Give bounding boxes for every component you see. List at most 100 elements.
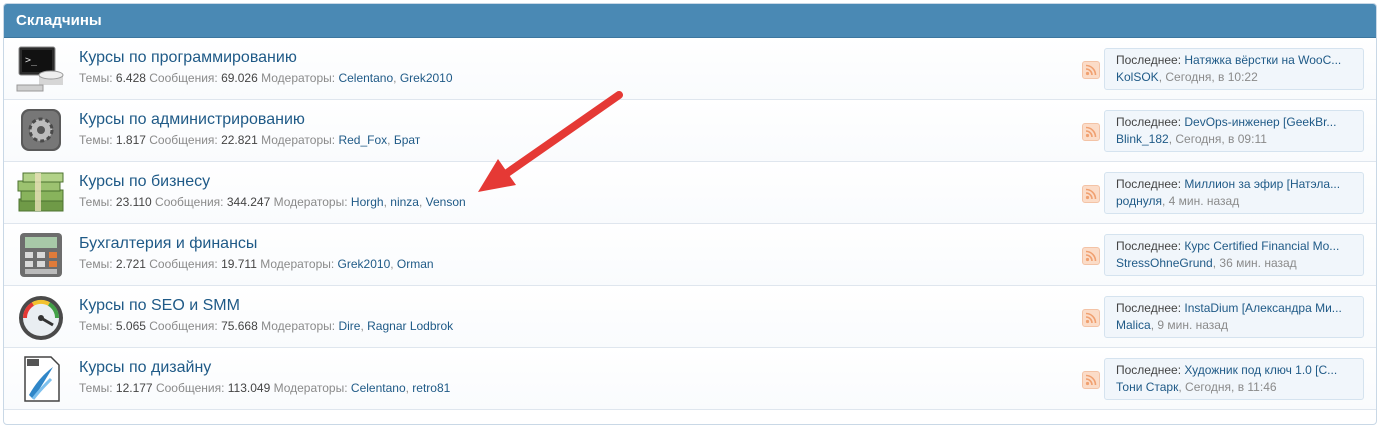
forum-title-link[interactable]: Курсы по бизнесу [79, 173, 210, 191]
forum-category-panel: Складчины >_ Курсы по программированию Тем… [3, 3, 1377, 425]
forum-row: Курсы по администрированию Темы: 1.817 Со… [4, 100, 1376, 162]
last-post-title-link[interactable]: InstaDium [Александра Ми... [1184, 301, 1341, 315]
forum-row: Курсы по SEO и SMM Темы: 5.065 Сообщения:… [4, 286, 1376, 348]
svg-text:>_: >_ [25, 55, 38, 66]
moderators-label: Модераторы: [261, 71, 336, 85]
moderator-link[interactable]: retro81 [412, 381, 450, 395]
last-post-user-link[interactable]: Тони Старк [1116, 380, 1178, 394]
moderator-link[interactable]: Celentano [351, 381, 406, 395]
last-post-time: Сегодня, в 09:11 [1175, 132, 1267, 146]
last-post-label: Последнее: [1116, 177, 1182, 191]
category-title[interactable]: Складчины [4, 4, 1376, 38]
last-post-box: Последнее: Художник под ключ 1.0 [С... То… [1104, 358, 1364, 400]
moderators-label: Модераторы: [260, 257, 335, 271]
threads-count: 5.065 [115, 319, 146, 333]
gauge-icon[interactable] [15, 293, 67, 341]
rss-icon[interactable] [1082, 123, 1100, 141]
messages-label: Сообщения: [155, 195, 224, 209]
rss-icon[interactable] [1082, 247, 1100, 265]
threads-label: Темы: [79, 133, 113, 147]
last-post-box: Последнее: InstaDium [Александра Ми... Ma… [1104, 296, 1364, 338]
forum-stats: Темы: 5.065 Сообщения: 75.668 Модераторы… [79, 319, 454, 333]
threads-label: Темы: [79, 257, 113, 271]
last-post-user-link[interactable]: роднуля [1116, 194, 1162, 208]
messages-label: Сообщения: [149, 71, 218, 85]
forum-row: >_ Курсы по программированию Темы: 6.428 С… [4, 38, 1376, 100]
forum-stats: Темы: 1.817 Сообщения: 22.821 Модераторы… [79, 133, 421, 147]
moderator-link[interactable]: Ragnar Lodbrok [367, 319, 453, 333]
last-post-user-link[interactable]: Blink_182 [1116, 132, 1169, 146]
last-post-title-link[interactable]: Миллион за эфир [Натэла... [1184, 177, 1340, 191]
last-post-box: Последнее: Натяжка вёрстки на WooC... Kol… [1104, 48, 1364, 90]
forum-stats: Темы: 2.721 Сообщения: 19.711 Модераторы… [79, 257, 434, 271]
last-post-user-link[interactable]: KolSOK [1116, 70, 1159, 84]
forum-row: Курсы по дизайну Темы: 12.177 Сообщения: … [4, 348, 1376, 410]
last-post-user-link[interactable]: StressOhneGrund [1116, 256, 1213, 270]
moderator-link[interactable]: Red_Fox [338, 133, 387, 147]
moderator-link[interactable]: Брат [394, 133, 420, 147]
last-post-title-link[interactable]: DevOps-инженер [GeekBr... [1184, 115, 1336, 129]
threads-label: Темы: [79, 381, 113, 395]
moderators-label: Модераторы: [261, 319, 336, 333]
rss-icon[interactable] [1082, 309, 1100, 327]
forum-title-link[interactable]: Курсы по администрированию [79, 111, 305, 129]
gear-icon[interactable] [15, 107, 67, 155]
moderator-link[interactable]: ninza [390, 195, 419, 209]
threads-count: 2.721 [115, 257, 146, 271]
money-icon[interactable] [15, 169, 67, 217]
moderators-label: Модераторы: [273, 381, 348, 395]
last-post-label: Последнее: [1116, 115, 1182, 129]
forum-title-link[interactable]: Курсы по программированию [79, 49, 297, 67]
moderator-link[interactable]: Grek2010 [400, 71, 453, 85]
messages-label: Сообщения: [149, 319, 218, 333]
threads-label: Темы: [79, 319, 113, 333]
messages-label: Сообщения: [149, 257, 218, 271]
last-post-box: Последнее: DevOps-инженер [GeekBr... Blin… [1104, 110, 1364, 152]
last-post-time: Сегодня, в 10:22 [1165, 70, 1258, 84]
last-post-label: Последнее: [1116, 53, 1182, 67]
rss-icon[interactable] [1082, 61, 1100, 79]
threads-count: 6.428 [115, 71, 146, 85]
last-post-label: Последнее: [1116, 363, 1182, 377]
last-post-time: 4 мин. назад [1168, 194, 1240, 208]
last-post-time: 9 мин. назад [1157, 318, 1228, 332]
last-post-time: Сегодня, в 11:46 [1185, 380, 1277, 394]
messages-count: 22.821 [221, 133, 258, 147]
moderator-link[interactable]: Celentano [338, 71, 393, 85]
forum-title-link[interactable]: Курсы по SEO и SMM [79, 297, 240, 315]
calculator-icon[interactable] [15, 231, 67, 279]
last-post-label: Последнее: [1116, 301, 1182, 315]
forum-row: Бухгалтерия и финансы Темы: 2.721 Сообщен… [4, 224, 1376, 286]
last-post-title-link[interactable]: Натяжка вёрстки на WooC... [1184, 53, 1341, 67]
forum-title-link[interactable]: Бухгалтерия и финансы [79, 235, 257, 253]
moderator-link[interactable]: Venson [426, 195, 466, 209]
messages-label: Сообщения: [149, 133, 218, 147]
last-post-user-link[interactable]: Malica [1116, 318, 1151, 332]
threads-count: 12.177 [115, 381, 153, 395]
last-post-box: Последнее: Курс Certified Financial Mo..… [1104, 234, 1364, 276]
messages-count: 113.049 [227, 381, 271, 395]
design-file-icon[interactable] [15, 355, 67, 403]
last-post-time: 36 мин. назад [1219, 256, 1297, 270]
threads-count: 23.110 [115, 195, 152, 209]
forum-title-link[interactable]: Курсы по дизайну [79, 359, 211, 377]
moderator-link[interactable]: Dire [338, 319, 360, 333]
threads-count: 1.817 [115, 133, 146, 147]
messages-count: 75.668 [221, 319, 258, 333]
messages-count: 19.711 [221, 257, 257, 271]
forum-stats: Темы: 23.110 Сообщения: 344.247 Модерато… [79, 195, 466, 209]
messages-count: 344.247 [226, 195, 271, 209]
forum-list: >_ Курсы по программированию Темы: 6.428 С… [4, 38, 1376, 410]
forum-stats: Темы: 6.428 Сообщения: 69.026 Модераторы… [79, 71, 453, 85]
forum-row: Курсы по бизнесу Темы: 23.110 Сообщения: … [4, 162, 1376, 224]
moderator-link[interactable]: Grek2010 [338, 257, 391, 271]
moderator-link[interactable]: Horgh [351, 195, 384, 209]
threads-label: Темы: [79, 71, 113, 85]
last-post-title-link[interactable]: Курс Certified Financial Mo... [1184, 239, 1339, 253]
terminal-icon[interactable]: >_ [15, 45, 67, 93]
last-post-title-link[interactable]: Художник под ключ 1.0 [С... [1184, 363, 1337, 377]
rss-icon[interactable] [1082, 371, 1100, 389]
moderator-link[interactable]: Orman [397, 257, 434, 271]
rss-icon[interactable] [1082, 185, 1100, 203]
last-post-label: Последнее: [1116, 239, 1182, 253]
